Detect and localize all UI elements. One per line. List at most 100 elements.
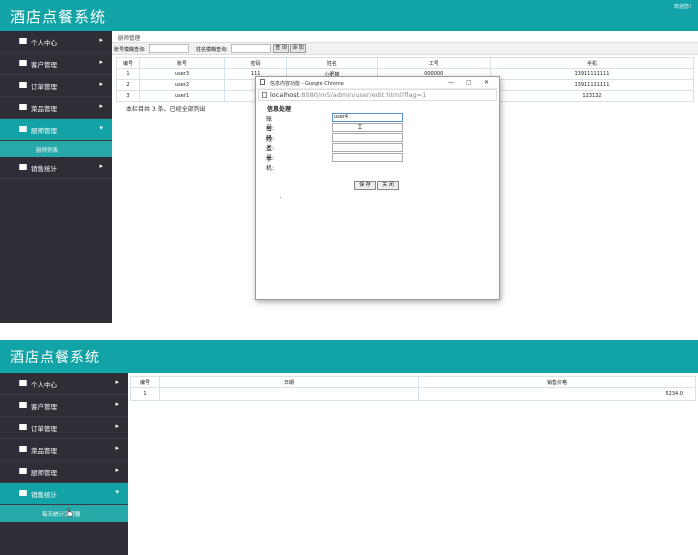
sidebar-subitem-label: 每天统计消费额	[42, 512, 81, 518]
sidebar-item-dishes[interactable]: 菜品管理 ▸	[0, 97, 112, 119]
header-bar: 酒店点餐系统	[0, 340, 698, 373]
name-search-input[interactable]	[231, 44, 271, 53]
menu-icon	[19, 446, 27, 452]
employee-id-field[interactable]	[332, 143, 403, 152]
url-path: :8080/m5/admin/user/edit.html?flag=1	[299, 91, 427, 99]
separator	[0, 323, 698, 340]
sidebar-item-orders[interactable]: 订单管理 ▸	[0, 417, 128, 439]
minimize-icon[interactable]: —	[448, 79, 454, 86]
decorative-dot	[280, 197, 281, 198]
query-button[interactable]: 查 询	[273, 44, 289, 53]
account-search-label: 账号模糊查询:	[114, 47, 146, 53]
main-content: 编号 日期 销售价格 1 5234.0	[128, 373, 698, 555]
column-header: 日期	[159, 376, 419, 388]
sidebar-item-sales-stats[interactable]: 销售统计 ▾	[0, 483, 128, 505]
chevron-down-icon: ▾	[99, 124, 103, 132]
sidebar-item-label: 菜品管理	[31, 447, 57, 455]
sidebar-item-personal-center[interactable]: 个人中心 ▸	[0, 31, 112, 53]
sidebar-subitem-label: 厨师列表	[36, 148, 59, 154]
sidebar-item-sales-stats[interactable]: 销售统计 ▸	[0, 157, 112, 179]
header-bar: 酒店点餐系统 欢迎您！	[0, 0, 698, 31]
column-header: 销售价格	[418, 376, 696, 388]
chevron-right-icon: ▸	[99, 162, 103, 170]
sidebar-item-chefs[interactable]: 厨师管理 ▸	[0, 461, 128, 483]
sidebar-item-label: 销售统计	[31, 491, 57, 499]
table-cell: 1	[116, 68, 140, 80]
sidebar: 个人中心 ▸ 客户管理 ▸ 订单管理 ▸ 菜品管理 ▸ 厨师管理 ▾ 厨师列表	[0, 31, 112, 323]
sidebar-item-personal-center[interactable]: 个人中心 ▸	[0, 373, 128, 395]
sidebar-item-customer[interactable]: 客户管理 ▸	[0, 395, 128, 417]
sidebar-subitem-daily-sales[interactable]: 每天统计消费额	[0, 505, 128, 522]
add-button[interactable]: 添 加	[290, 44, 306, 53]
table-cell	[159, 387, 419, 401]
name-search-label: 姓名模糊查询:	[196, 47, 228, 53]
menu-icon	[19, 126, 27, 132]
column-header: 密码	[224, 57, 288, 69]
text-cursor-icon: Ɪ	[358, 123, 362, 131]
sidebar-subitem-chef-list[interactable]: 厨师列表	[0, 141, 112, 157]
close-button[interactable]: 关 闭	[377, 181, 399, 190]
sidebar-item-dishes[interactable]: 菜品管理 ▸	[0, 439, 128, 461]
column-header: 编号	[116, 57, 140, 69]
breadcrumb: 厨师管理	[118, 36, 141, 42]
popup-window-title: 信息内容功能 - Google Chrome	[270, 81, 344, 87]
field-label: 手机:	[266, 156, 275, 172]
popup-title-bar: 信息内容功能 - Google Chrome — ▢ ✕	[256, 77, 499, 89]
account-search-input[interactable]	[149, 44, 189, 53]
table-cell: 1	[130, 387, 160, 401]
column-header: 手机	[489, 57, 695, 69]
screenshot-chef-management: 酒店点餐系统 欢迎您！ 个人中心 ▸ 客户管理 ▸ 订单管理 ▸ 菜品管理 ▸ …	[0, 0, 698, 323]
close-icon[interactable]: ✕	[484, 79, 489, 86]
chevron-right-icon: ▸	[115, 444, 119, 452]
maximize-icon[interactable]: ▢	[466, 79, 472, 86]
save-button[interactable]: 保 存	[354, 181, 376, 190]
url-host: localhost	[270, 91, 300, 99]
table-cell: 123132	[489, 90, 695, 102]
sidebar-item-orders[interactable]: 订单管理 ▸	[0, 75, 112, 97]
sidebar-item-label: 订单管理	[31, 83, 57, 91]
menu-icon	[19, 82, 27, 88]
sidebar-item-chefs[interactable]: 厨师管理 ▾	[0, 119, 112, 141]
url-text: localhost:8080/m5/admin/user/edit.html?f…	[270, 91, 426, 99]
menu-icon	[19, 402, 27, 408]
password-field[interactable]	[332, 123, 403, 132]
column-header: 姓名	[286, 57, 378, 69]
menu-icon	[19, 60, 27, 66]
sidebar-item-label: 厨师管理	[31, 469, 57, 477]
table-cell: user3	[138, 68, 226, 80]
sidebar-item-customer[interactable]: 客户管理 ▸	[0, 53, 112, 75]
table-header-row: 编号 账号 密码 姓名 工号 手机	[116, 57, 695, 69]
url-bar[interactable]: localhost:8080/m5/admin/user/edit.html?f…	[258, 89, 497, 101]
chevron-right-icon: ▸	[99, 58, 103, 66]
column-header: 编号	[130, 376, 160, 388]
column-header: 账号	[138, 57, 226, 69]
search-bar: 账号模糊查询: 姓名模糊查询: 查 询 添 加	[112, 42, 698, 55]
chevron-right-icon: ▸	[99, 36, 103, 44]
table-cell: 3	[116, 90, 140, 102]
table-row: 1 5234.0	[130, 387, 696, 401]
sales-table: 编号 日期 销售价格 1 5234.0	[130, 376, 696, 401]
table-cell: 13911111111	[489, 68, 695, 80]
record-count-text: 本栏目共 3 条。已经全部列出	[126, 106, 206, 113]
sidebar-item-label: 销售统计	[31, 165, 57, 173]
name-field[interactable]	[332, 133, 403, 142]
account-field[interactable]: user4	[332, 113, 403, 122]
menu-icon	[19, 424, 27, 430]
table-cell: 5234.0	[418, 387, 696, 401]
menu-icon	[19, 38, 27, 44]
chevron-right-icon: ▸	[115, 466, 119, 474]
chevron-right-icon: ▸	[115, 378, 119, 386]
column-header: 工号	[376, 57, 491, 69]
chevron-right-icon: ▸	[99, 80, 103, 88]
sidebar-item-label: 厨师管理	[31, 127, 57, 135]
table-cell: user1	[138, 90, 226, 102]
chevron-right-icon: ▸	[115, 422, 119, 430]
hand-pointer-icon	[66, 508, 73, 517]
sidebar-item-label: 个人中心	[31, 39, 57, 47]
table-header-row: 编号 日期 销售价格	[130, 376, 696, 388]
page-icon	[260, 79, 265, 85]
menu-icon	[19, 468, 27, 474]
sidebar-item-label: 订单管理	[31, 425, 57, 433]
phone-field[interactable]	[332, 153, 403, 162]
popup-form: 信息处理 账号: user4 密码: 姓名: 工号: 手机: Ɪ 保 存 关 闭	[256, 101, 499, 299]
